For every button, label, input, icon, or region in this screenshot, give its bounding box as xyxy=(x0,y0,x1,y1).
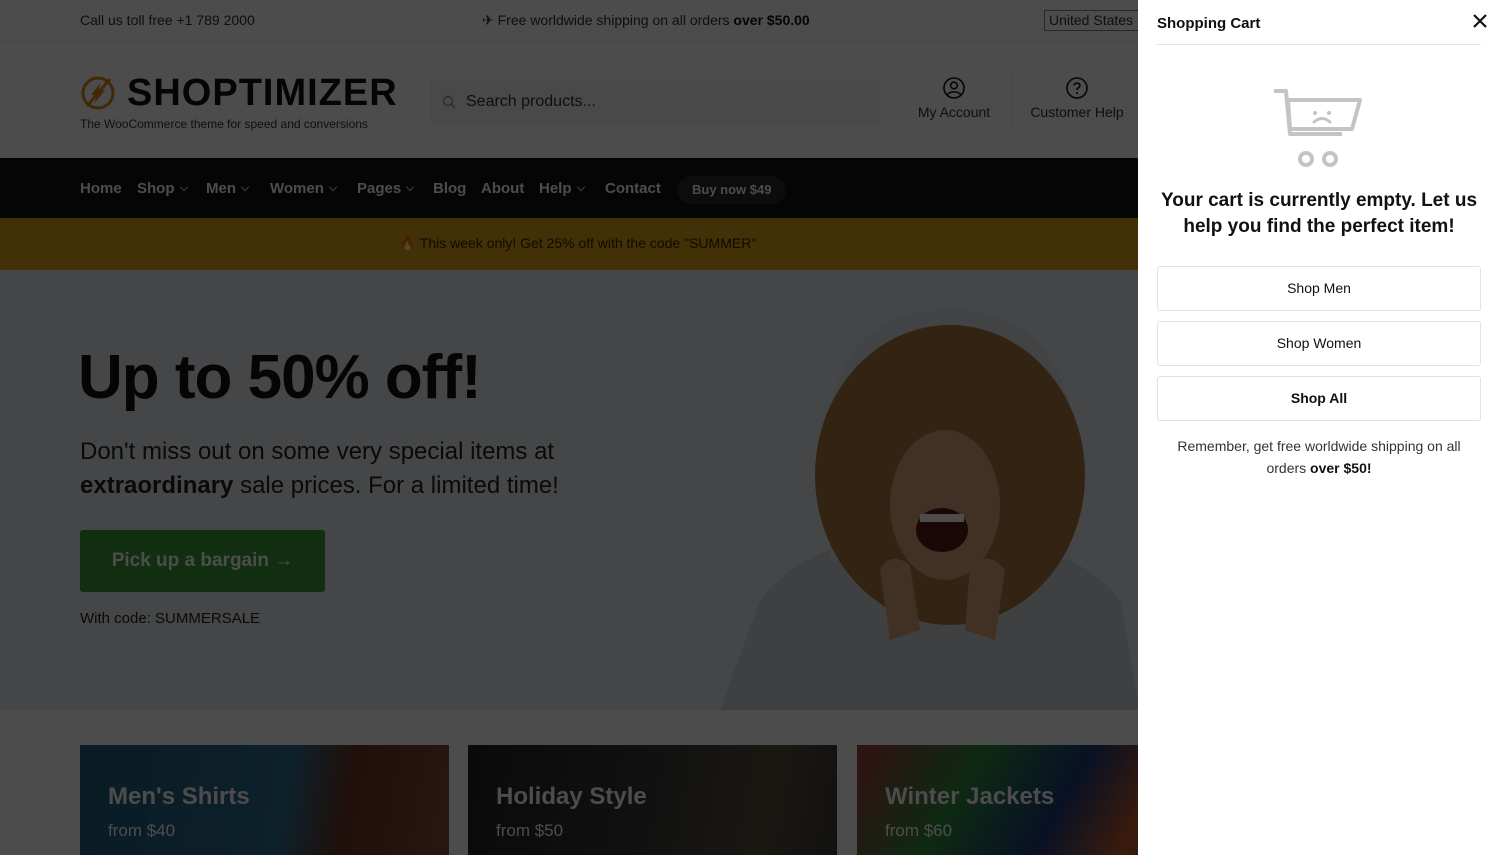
empty-cart-message: Your cart is currently empty. Let us hel… xyxy=(1160,190,1478,237)
modal-backdrop[interactable] xyxy=(0,0,1138,855)
cart-drawer: Shopping Cart Your cart is currently emp… xyxy=(1138,0,1500,855)
cart-title: Shopping Cart xyxy=(1157,15,1261,32)
shop-all-button[interactable]: Shop All xyxy=(1157,376,1481,421)
free-shipping-note: Remember, get free worldwide shipping on… xyxy=(1177,438,1461,476)
close-icon[interactable] xyxy=(1470,11,1490,31)
shop-women-button[interactable]: Shop Women xyxy=(1157,321,1481,366)
shop-men-button[interactable]: Shop Men xyxy=(1157,266,1481,311)
cart-divider xyxy=(1157,44,1481,45)
empty-cart-icon xyxy=(1274,89,1362,167)
